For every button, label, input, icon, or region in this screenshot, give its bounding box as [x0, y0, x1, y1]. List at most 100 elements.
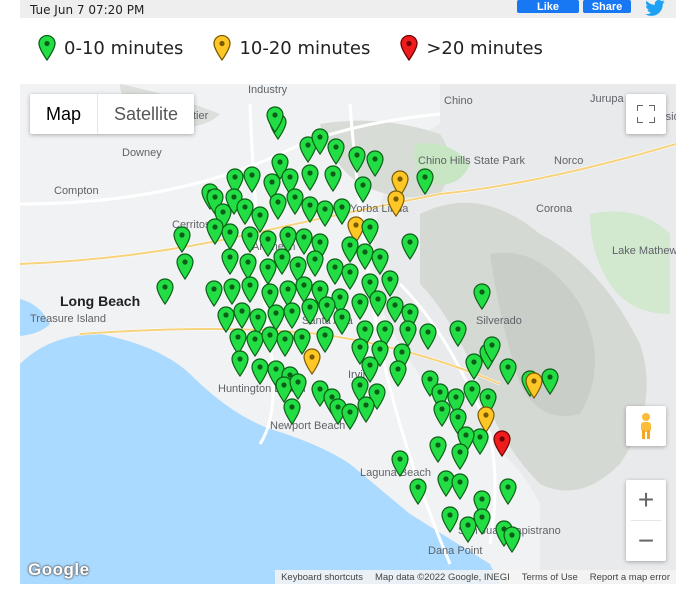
map-marker-dot: [357, 299, 363, 305]
map-marker-dot: [281, 382, 287, 388]
facebook-share-button[interactable]: Share: [583, 0, 631, 13]
map-marker-dot: [360, 182, 366, 188]
map-marker-dot: [363, 402, 369, 408]
legend-label-red: >20 minutes: [426, 37, 543, 59]
map-marker-dot: [239, 308, 245, 314]
map-marker-dot: [182, 259, 188, 265]
map-marker-dot: [377, 254, 383, 260]
place-label: Lake Mathews Estelle Mountain Reserve: [612, 245, 676, 257]
map-marker-dot: [179, 232, 185, 238]
map-marker-dot: [292, 194, 298, 200]
map-marker-dot: [312, 256, 318, 262]
map-marker-dot: [305, 142, 311, 148]
zoom-control: + −: [626, 480, 666, 561]
map-marker-dot: [477, 434, 483, 440]
map-marker-dot: [443, 476, 449, 482]
map-marker-dot: [395, 366, 401, 372]
map-marker-dot: [289, 308, 295, 314]
map-marker-dot: [375, 296, 381, 302]
map-marker-dot: [489, 342, 495, 348]
map-marker-dot: [347, 269, 353, 275]
map-marker-dot: [374, 389, 380, 395]
map-marker-dot: [455, 326, 461, 332]
map-marker-dot: [357, 382, 363, 388]
google-logo[interactable]: Google: [28, 560, 90, 580]
map-type-map-button[interactable]: Map: [30, 94, 97, 134]
legend-item-red: >20 minutes: [400, 35, 543, 61]
place-label: Compton: [54, 185, 99, 197]
map-marker-dot: [273, 366, 279, 372]
map-marker-dot: [231, 194, 237, 200]
keyboard-shortcuts-link[interactable]: Keyboard shortcuts: [275, 572, 369, 583]
legend: 0-10 minutes 10-20 minutes >20 minutes: [38, 32, 573, 64]
legend-item-green: 0-10 minutes: [38, 35, 183, 61]
top-bar: Tue Jun 7 07:20 PM Like Share: [20, 0, 676, 18]
map-marker-dot: [415, 484, 421, 490]
map-marker-dot: [422, 174, 428, 180]
map-marker-dot: [211, 286, 217, 292]
map-marker-dot: [249, 172, 255, 178]
map-marker-dot: [435, 442, 441, 448]
zoom-in-button[interactable]: +: [626, 480, 666, 520]
map-marker-dot: [245, 259, 251, 265]
map-type-satellite-button[interactable]: Satellite: [97, 94, 194, 134]
map-marker-dot: [265, 236, 271, 242]
facebook-like-label: Like: [536, 0, 559, 13]
fullscreen-button[interactable]: [626, 94, 666, 134]
map-marker-dot: [505, 364, 511, 370]
street-view-pegman-button[interactable]: [626, 406, 666, 446]
map-marker-dot: [309, 354, 315, 360]
green-marker-icon: [38, 35, 56, 61]
map-marker-dot: [317, 286, 323, 292]
place-label: Long Beach: [60, 293, 140, 309]
map-marker-dot: [339, 204, 345, 210]
map-canvas[interactable]: Industry Whittier Downey Compton Cerrito…: [20, 84, 676, 584]
map-marker-dot: [453, 394, 459, 400]
map-marker-dot: [362, 249, 368, 255]
map-marker-dot: [397, 176, 403, 182]
map-marker-dot: [347, 409, 353, 415]
map-marker-dot: [377, 346, 383, 352]
map-marker-dot: [483, 412, 489, 418]
map-marker-dot: [307, 202, 313, 208]
facebook-like-button[interactable]: Like: [517, 0, 579, 13]
map-marker-dot: [457, 479, 463, 485]
map-marker-dot: [465, 522, 471, 528]
terms-of-use-link[interactable]: Terms of Use: [516, 572, 584, 583]
map-marker-dot: [247, 232, 253, 238]
map-marker-dot: [324, 302, 330, 308]
map-marker-dot: [267, 332, 273, 338]
twitter-icon[interactable]: [644, 0, 666, 16]
fullscreen-icon: [637, 105, 655, 123]
map-marker-dot: [257, 212, 263, 218]
map-marker-dot: [437, 389, 443, 395]
legend-label-green: 0-10 minutes: [64, 37, 184, 59]
map-marker-dot: [227, 229, 233, 235]
map-marker-dot: [299, 334, 305, 340]
map-marker-dot: [247, 282, 253, 288]
map-marker-dot: [272, 112, 278, 118]
place-label: Newport Beach: [270, 420, 345, 432]
map-marker-dot: [252, 336, 258, 342]
map-marker-dot: [547, 374, 553, 380]
place-label: Norco: [554, 155, 583, 167]
map-marker-dot: [469, 386, 475, 392]
map-marker-dot: [332, 264, 338, 270]
place-label: Industry: [248, 84, 288, 96]
map-type-control: Map Satellite: [30, 94, 195, 134]
map[interactable]: Industry Whittier Downey Compton Cerrito…: [20, 84, 676, 584]
map-marker-dot: [455, 414, 461, 420]
zoom-out-button[interactable]: −: [626, 521, 666, 561]
map-marker-dot: [289, 404, 295, 410]
map-marker-dot: [242, 204, 248, 210]
map-marker-dot: [427, 376, 433, 382]
map-marker-dot: [265, 264, 271, 270]
map-marker-dot: [335, 404, 341, 410]
place-label: Treasure Island: [30, 313, 106, 325]
map-marker-dot: [295, 262, 301, 268]
report-map-error-link[interactable]: Report a map error: [584, 572, 676, 583]
map-marker-dot: [287, 174, 293, 180]
map-marker-dot: [322, 332, 328, 338]
map-marker-dot: [347, 242, 353, 248]
map-marker-dot: [479, 496, 485, 502]
